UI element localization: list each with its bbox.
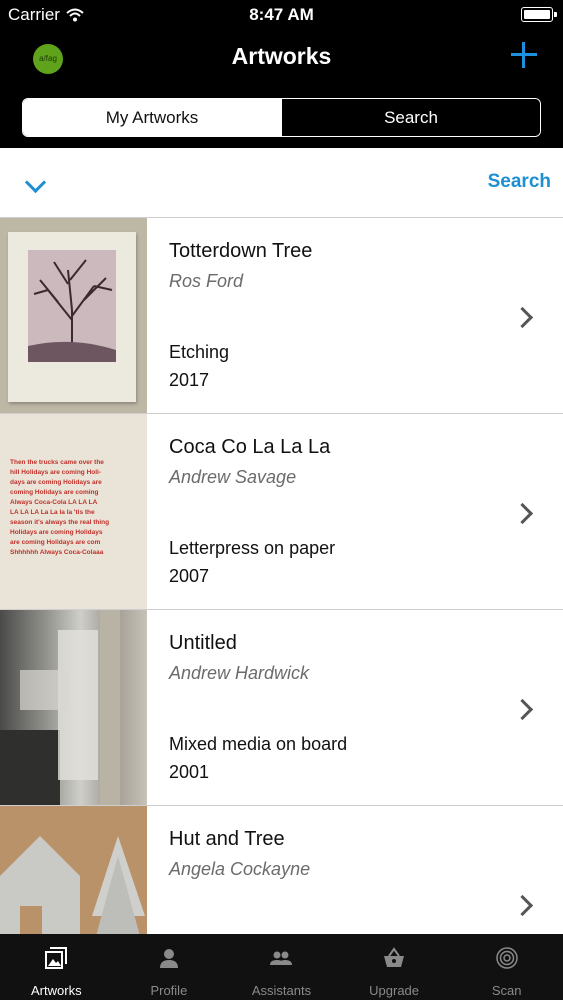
thumbnail-text-line: coming Holidays are coming (10, 489, 99, 496)
thumbnail-text-line: hill Holidays are coming Holi- (10, 469, 102, 476)
segment-my-artworks[interactable]: My Artworks (23, 99, 281, 136)
nav-bar: a/fag Artworks My Artworks Search (0, 30, 563, 148)
status-bar: Carrier 8:47 AM (0, 0, 563, 30)
artwork-thumbnail (0, 610, 147, 805)
mixed-media-image (0, 610, 120, 805)
tab-bar: Artworks Profile Assistants Upgrade Scan (0, 934, 563, 1000)
tab-assistants[interactable]: Assistants (225, 934, 338, 1000)
tree-etching-image (28, 259, 116, 362)
artwork-title: Hut and Tree (169, 828, 285, 850)
artwork-year: 2007 (169, 566, 210, 586)
thumbnail-text-line: Shhhhhh Always Coca-Colaaa (10, 549, 104, 556)
segment-search[interactable]: Search (281, 99, 540, 136)
artwork-medium: Letterpress on paper (169, 538, 336, 558)
profile-icon (159, 949, 178, 968)
tab-profile[interactable]: Profile (113, 934, 226, 1000)
filter-row: Search (0, 148, 563, 218)
battery-icon (521, 7, 557, 22)
thumbnail-text-line: are coming Holidays are com (10, 539, 101, 546)
artwork-title: Totterdown Tree (169, 240, 313, 262)
chevron-down-icon[interactable] (25, 177, 45, 197)
artwork-artist: Ros Ford (169, 271, 244, 291)
tab-artworks[interactable]: Artworks (0, 934, 113, 1000)
search-link[interactable]: Search (488, 171, 551, 193)
tab-label: Assistants (251, 983, 312, 998)
chevron-right-icon[interactable] (519, 306, 533, 328)
artwork-artist: Andrew Savage (169, 467, 297, 487)
artwork-title: Coca Co La La La (169, 436, 331, 458)
thumbnail-text-line: days are coming Holidays are (10, 479, 102, 486)
artwork-row[interactable]: Totterdown Tree Ros Ford Etching 2017 (0, 218, 563, 414)
scan-icon (495, 947, 518, 969)
thumbnail-text-line: Then the trucks came over the (10, 459, 104, 466)
upgrade-basket-icon (384, 947, 405, 967)
tab-label: Upgrade (369, 983, 420, 998)
artwork-row[interactable]: Then the trucks came over the hill Holid… (0, 414, 563, 610)
chevron-right-icon[interactable] (519, 894, 533, 916)
artwork-title: Untitled (169, 632, 237, 654)
page-title: Artworks (231, 43, 332, 69)
thumbnail-text-line: LA LA LA La La la la 'tis the (10, 509, 95, 516)
thumbnail-text-line: season it's always the real thing (10, 519, 110, 526)
artwork-thumbnail (0, 218, 147, 413)
add-artwork-button[interactable] (509, 40, 539, 70)
artwork-row[interactable]: Untitled Andrew Hardwick Mixed media on … (0, 610, 563, 806)
artwork-year: 2001 (169, 762, 210, 782)
assistants-icon (270, 951, 293, 965)
status-time: 8:47 AM (249, 5, 314, 24)
artwork-thumbnail: Then the trucks came over the hill Holid… (0, 414, 147, 609)
artwork-year: 2017 (169, 370, 210, 390)
tab-label: Profile (150, 983, 188, 998)
tab-label: Scan (491, 983, 522, 998)
artworks-icon (45, 947, 68, 969)
thumbnail-text-line: Always Coca-Cola LA LA LA (10, 499, 98, 506)
tab-label: Artworks (31, 983, 82, 998)
tab-upgrade[interactable]: Upgrade (338, 934, 451, 1000)
tab-scan[interactable]: Scan (450, 934, 563, 1000)
artwork-artist: Andrew Hardwick (169, 663, 310, 683)
artwork-thumbnail (0, 806, 147, 934)
artwork-artist: Angela Cockayne (169, 859, 311, 879)
artwork-medium: Etching (169, 342, 230, 362)
chevron-right-icon[interactable] (519, 698, 533, 720)
thumbnail-text-line: Holidays are coming Holidays (10, 529, 103, 536)
chevron-right-icon[interactable] (519, 502, 533, 524)
artwork-medium: Mixed media on board (169, 734, 348, 754)
segmented-control: My Artworks Search (22, 98, 541, 137)
artwork-row[interactable]: Hut and Tree Angela Cockayne (0, 806, 563, 934)
artwork-list[interactable]: Totterdown Tree Ros Ford Etching 2017 Th… (0, 218, 563, 934)
hut-and-tree-image (0, 836, 145, 934)
